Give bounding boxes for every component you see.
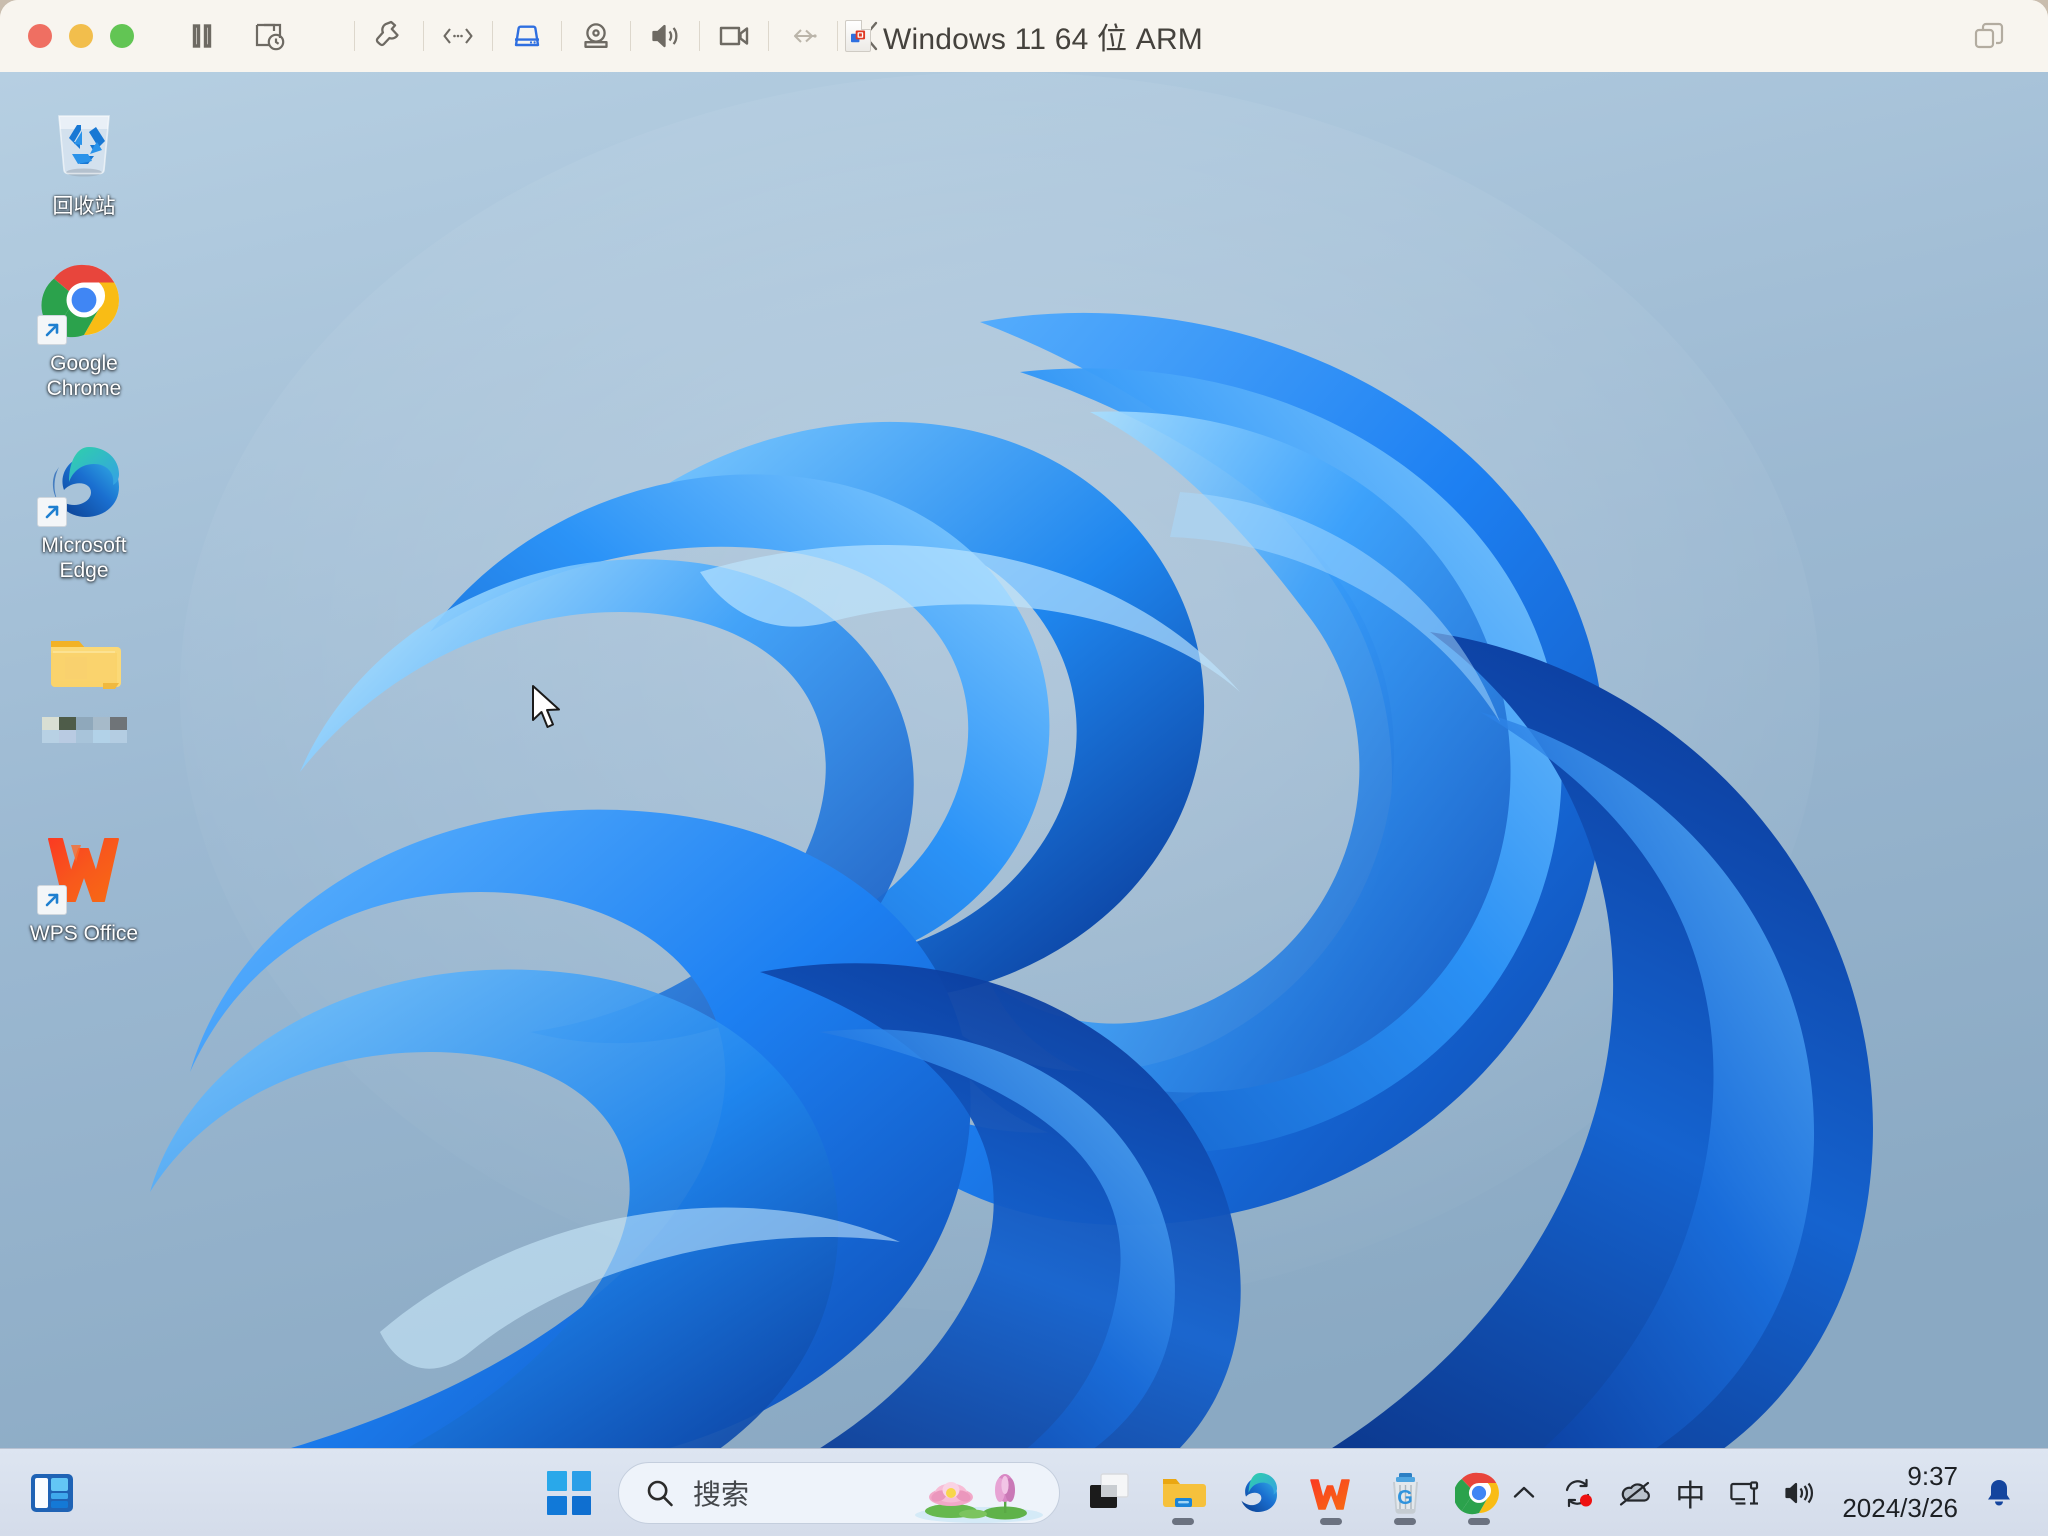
windows-logo-icon [547,1471,591,1515]
disk-button[interactable] [501,10,553,62]
desktop-wallpaper [0,72,2048,1536]
running-indicator [1468,1518,1490,1525]
taskbar-wps-office[interactable] [1294,1458,1368,1528]
svg-text:G: G [1397,1487,1413,1509]
window-mode-button[interactable] [1930,0,2048,72]
toolbar-divider [837,21,838,51]
running-indicator [1320,1518,1342,1525]
search-placeholder: 搜索 [693,1479,750,1510]
desktop-icon-recycle-bin[interactable]: 回收站 [18,92,150,225]
clock-date: 2024/3/26 [1842,1493,1958,1523]
running-indicator [1172,1518,1194,1525]
edge-icon [1233,1469,1281,1517]
minimize-button[interactable] [69,24,93,48]
vm-document-icon [844,20,871,52]
search-box[interactable]: 搜索 [618,1462,1060,1524]
desktop-icon-folder[interactable] [18,613,150,749]
recycle-bin-icon [41,100,127,186]
desktop-icon-label-redacted [41,717,127,743]
trash-can-g-icon: G [1381,1469,1429,1517]
vm-toolbar [176,10,898,62]
video-button[interactable] [708,10,760,62]
start-button[interactable] [532,1458,606,1528]
desktop-icon-microsoft-edge[interactable]: Microsoft Edge [18,431,150,589]
tray-volume[interactable] [1772,1462,1828,1524]
running-indicator [1394,1518,1416,1525]
toolbar-divider [561,21,562,51]
vm-titlebar: Windows 11 64 位 ARM [0,0,2048,72]
wps-office-icon [1307,1469,1355,1517]
taskbar-file-explorer[interactable] [1146,1458,1220,1528]
wps-office-icon [37,827,127,915]
desktop-icon-wps-office[interactable]: WPS Office [18,819,150,952]
toolbar-divider [699,21,700,51]
taskbar-geek-uninstaller[interactable]: G [1368,1458,1442,1528]
lotus-flowers-illustration [915,1474,1043,1523]
network-button[interactable] [432,10,484,62]
taskbar-microsoft-edge[interactable] [1220,1458,1294,1528]
search-icon [645,1478,675,1508]
pause-button[interactable] [176,10,228,62]
sound-button[interactable] [639,10,691,62]
desktop-icon-google-chrome[interactable]: Google Chrome [18,249,150,407]
tray-ime-mode[interactable]: 中 [1664,1462,1716,1524]
snapshot-button[interactable] [244,10,296,62]
desktop-icon-grid: 回收站 Google Chrome Microsoft Edge WPS Off… [18,92,148,976]
vm-window-title: Windows 11 64 位 ARM [882,23,1204,56]
system-tray: 中 9:37 2024/3/26 [1498,1449,2024,1536]
file-explorer-icon [1159,1469,1207,1517]
shortcut-arrow-icon [37,315,67,345]
camera-button[interactable] [570,10,622,62]
shortcut-arrow-icon [37,885,67,915]
desktop-icon-label: Google Chrome [46,352,122,400]
clock[interactable]: 9:37 2024/3/26 [1828,1461,1974,1524]
desktop-icon-label: WPS Office [29,922,139,945]
vm-window: Windows 11 64 位 ARM 回收站 Google Chrome Mi… [0,0,2048,1536]
toolbar-divider [768,21,769,51]
taskbar-task-view[interactable] [1072,1458,1146,1528]
toolbar-divider [423,21,424,51]
tray-show-hidden-icons[interactable] [1498,1462,1550,1524]
tray-sync-status[interactable] [1550,1462,1606,1524]
shortcut-arrow-icon [37,497,67,527]
mouse-cursor [532,685,560,728]
chrome-icon [37,257,127,345]
traffic-light-group [28,24,134,48]
toolbar-divider [630,21,631,51]
settings-button[interactable] [363,10,415,62]
desktop-icon-label: 回收站 [52,195,116,218]
tray-network[interactable] [1716,1462,1772,1524]
windows-desktop[interactable]: 回收站 Google Chrome Microsoft Edge WPS Off… [0,72,2048,1536]
task-view-icon [1085,1469,1133,1517]
maximize-button[interactable] [110,24,134,48]
edge-icon [37,439,127,527]
toolbar-divider [492,21,493,51]
toolbar-divider [354,21,355,51]
windows-taskbar: 搜索 G 中 9:37 2024/3/26 [0,1448,2048,1536]
tray-ime-label: 中 [1675,1480,1706,1513]
close-button[interactable] [28,24,52,48]
tray-onedrive-offline[interactable] [1606,1462,1664,1524]
folder-icon [41,621,127,707]
desktop-icon-label: Microsoft Edge [41,534,127,582]
clock-time: 9:37 [1907,1461,1958,1492]
notification-bell[interactable] [1974,1462,2024,1524]
usb-button[interactable] [777,10,829,62]
chrome-icon [1453,1469,1503,1517]
